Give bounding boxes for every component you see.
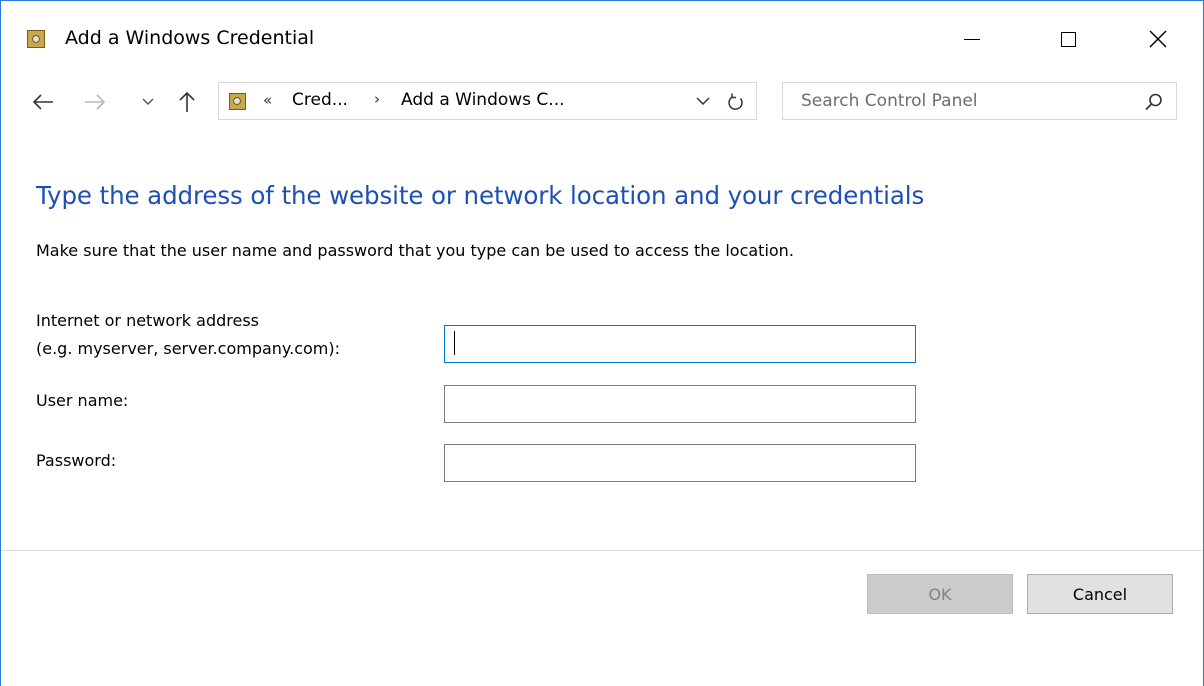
network-address-input[interactable] <box>444 325 916 363</box>
maximize-button[interactable] <box>1045 19 1091 59</box>
up-button[interactable] <box>173 88 201 116</box>
breadcrumb-add-windows-credential[interactable]: Add a Windows C... <box>401 90 565 110</box>
credential-manager-icon <box>27 30 45 48</box>
search-icon[interactable] <box>1144 92 1164 112</box>
text-cursor <box>454 331 455 355</box>
breadcrumb-separator[interactable]: › <box>374 90 380 108</box>
control-panel-icon <box>229 93 246 110</box>
password-input[interactable] <box>444 444 916 482</box>
address-dropdown-button[interactable] <box>693 91 713 111</box>
search-box[interactable] <box>782 82 1177 120</box>
instructions-text: Make sure that the user name and passwor… <box>36 241 794 260</box>
refresh-button[interactable] <box>724 90 748 114</box>
cancel-button[interactable]: Cancel <box>1027 574 1173 614</box>
credential-window: Add a Windows Credential « Cred... › Add… <box>0 0 1204 686</box>
recent-locations-button[interactable] <box>138 88 158 116</box>
chevron-down-icon <box>142 98 154 105</box>
user-name-input[interactable] <box>444 385 916 423</box>
address-example-label: (e.g. myserver, server.company.com): <box>36 339 340 358</box>
close-button[interactable] <box>1135 19 1181 59</box>
title-bar[interactable]: Add a Windows Credential <box>1 1 1203 77</box>
arrow-up-icon <box>179 91 195 112</box>
page-title: Type the address of the website or netwo… <box>36 181 925 210</box>
arrow-right-icon <box>85 94 106 110</box>
user-name-label: User name: <box>36 391 129 410</box>
address-bar[interactable]: « Cred... › Add a Windows C... <box>218 82 757 120</box>
minimize-icon <box>964 38 980 40</box>
overflow-chevron[interactable]: « <box>263 91 272 109</box>
minimize-button[interactable] <box>949 19 995 59</box>
ok-button[interactable]: OK <box>867 574 1013 614</box>
address-label: Internet or network address <box>36 311 259 330</box>
search-input[interactable] <box>783 83 1141 119</box>
forward-button[interactable] <box>81 88 109 116</box>
back-button[interactable] <box>29 88 57 116</box>
password-label: Password: <box>36 451 117 470</box>
maximize-icon <box>1060 31 1076 47</box>
close-icon <box>1149 30 1167 48</box>
arrow-left-icon <box>32 94 53 110</box>
breadcrumb-credential-manager[interactable]: Cred... <box>292 90 348 110</box>
window-title: Add a Windows Credential <box>65 27 315 49</box>
footer-divider <box>1 550 1203 551</box>
chevron-down-icon <box>696 96 710 105</box>
refresh-icon <box>728 93 743 110</box>
